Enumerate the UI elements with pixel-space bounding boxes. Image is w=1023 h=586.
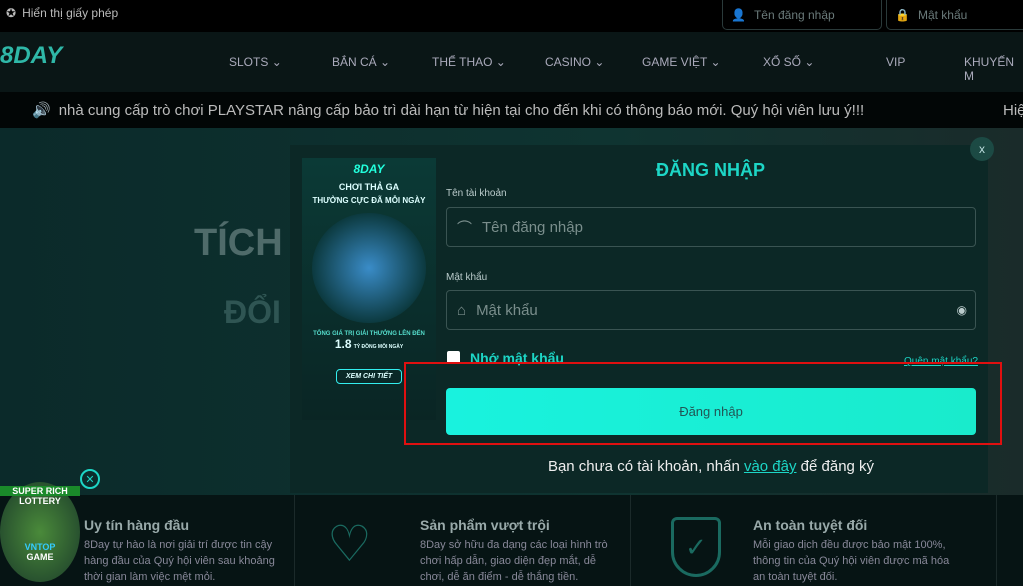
hero-text: TÍCH bbox=[194, 222, 283, 264]
close-widget-icon[interactable]: ✕ bbox=[80, 469, 100, 489]
password-input[interactable]: ⌂ Mật khẩu ◉ bbox=[446, 290, 976, 330]
feature-item: ♡ Sản phẩm vượt trội 8Day sở hữu đa dạng … bbox=[294, 495, 630, 586]
nav-xo-so[interactable]: XỔ SỐ ⌄ bbox=[763, 55, 814, 69]
nav-slots[interactable]: SLOTS ⌄ bbox=[229, 55, 282, 69]
feature-item: Uy tín hàng đầu 8Day tự hào là nơi giải t… bbox=[84, 517, 275, 583]
hero-text: ĐỔI bbox=[224, 294, 281, 330]
nav-game-viet[interactable]: GAME VIỆT ⌄ bbox=[642, 55, 721, 69]
feature-item: ✓ An toàn tuyệt đối Mỗi giao dịch đều đượ… bbox=[630, 495, 996, 586]
username-input[interactable]: ⌒ Tên đăng nhập bbox=[446, 207, 976, 247]
user-icon: ⌒ bbox=[457, 219, 473, 237]
speaker-icon: 🔊 bbox=[32, 102, 51, 119]
badge-icon: ✪ bbox=[6, 6, 17, 20]
password-label: Mật khẩu bbox=[446, 272, 488, 283]
heart-hands-icon: ♡ bbox=[327, 516, 372, 572]
lock-icon: ⌂ bbox=[457, 301, 467, 319]
register-link[interactable]: vào đây bbox=[744, 458, 797, 475]
announcement-marquee: 🔊 nhà cung cấp trò chơi PLAYSTAR nâng cấ… bbox=[0, 92, 1023, 128]
feature-item bbox=[996, 495, 1023, 586]
shark-artwork bbox=[312, 213, 426, 323]
highlight-box bbox=[404, 362, 1002, 445]
nav-vip[interactable]: VIP bbox=[886, 55, 905, 69]
eye-icon[interactable]: ◉ bbox=[957, 303, 967, 317]
login-title: ĐĂNG NHẬP bbox=[655, 160, 765, 180]
nav-casino[interactable]: CASINO ⌄ bbox=[545, 55, 604, 69]
username-label: Tên tài khoản bbox=[446, 188, 507, 199]
shield-check-icon: ✓ bbox=[671, 517, 721, 577]
main-nav bbox=[0, 32, 1023, 92]
license-link[interactable]: ✪ Hiển thị giấy phép bbox=[6, 6, 118, 20]
logo[interactable]: 8DAY bbox=[0, 42, 62, 70]
lock-icon: 🔒 bbox=[895, 7, 910, 22]
nav-khuyen-mai[interactable]: KHUYẾN M bbox=[964, 55, 1023, 83]
details-button[interactable]: XEM CHI TIẾT bbox=[336, 369, 402, 384]
lottery-widget[interactable]: SUPER RICH LOTTERY VNTOP GAME bbox=[0, 482, 80, 582]
register-prompt: Bạn chưa có tài khoản, nhấn vào đây để đ… bbox=[547, 458, 875, 475]
nav-ban-ca[interactable]: BẮN CÁ ⌄ bbox=[332, 55, 390, 69]
top-username-input[interactable]: 👤 Tên đăng nhập bbox=[722, 0, 882, 30]
user-icon: 👤 bbox=[731, 7, 746, 22]
close-modal-button[interactable]: x bbox=[970, 137, 994, 161]
top-password-input[interactable]: 🔒 Mật khẩu bbox=[886, 0, 1023, 30]
nav-the-thao[interactable]: THỂ THAO ⌄ bbox=[432, 55, 506, 69]
